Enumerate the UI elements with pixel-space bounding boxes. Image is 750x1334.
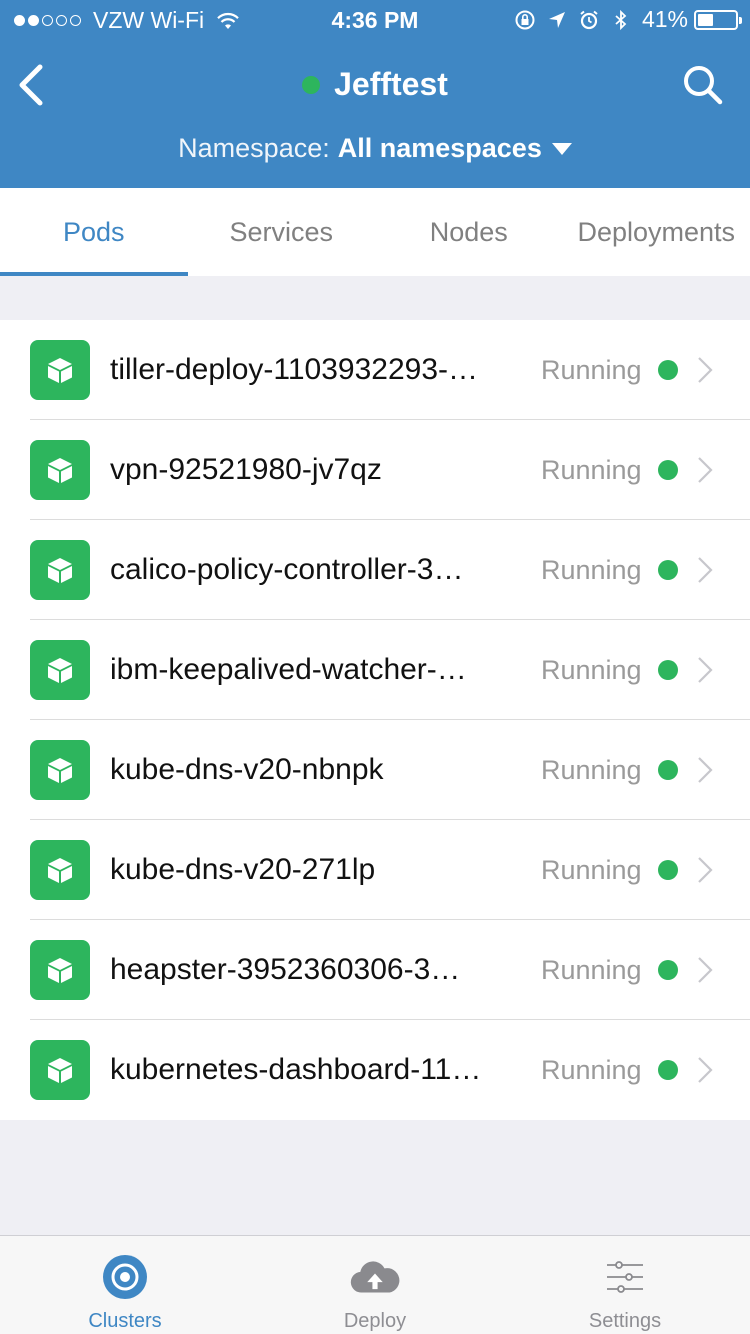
cube-icon: [30, 740, 90, 800]
active-tab-indicator: [0, 272, 188, 276]
pod-status: Running: [541, 755, 642, 785]
status-dot: [658, 960, 678, 980]
cluster-title: Jefftest: [0, 66, 750, 103]
tab-label: Nodes: [429, 216, 508, 247]
pod-status: Running: [541, 455, 642, 485]
alarm-icon: [580, 10, 598, 29]
status-dot: [658, 860, 678, 880]
chevron-right-icon: [698, 857, 713, 883]
tab-pods[interactable]: Pods: [0, 188, 188, 276]
pod-row[interactable]: vpn-92521980-jv7qz Running: [0, 420, 750, 520]
bluetooth-icon: [615, 9, 627, 30]
tab-label: Services: [229, 216, 334, 247]
pod-status: Running: [541, 355, 642, 385]
pod-name: tiller-deploy-1103932293-…: [110, 353, 478, 386]
rotation-lock-icon: [515, 10, 535, 29]
pod-name: ibm-keepalived-watcher-…: [110, 653, 467, 686]
pod-row[interactable]: tiller-deploy-1103932293-… Running: [0, 320, 750, 420]
tab-nodes[interactable]: Nodes: [375, 188, 563, 276]
bottom-tab-bar: Clusters Deploy Settings: [0, 1235, 750, 1334]
tab-deployments[interactable]: Deployments: [563, 188, 750, 276]
tabbar-label: Settings: [588, 1310, 662, 1332]
search-icon: [684, 66, 723, 105]
namespace-label: Namespace:: [178, 133, 330, 163]
chevron-right-icon: [698, 357, 713, 383]
status-dot: [658, 460, 678, 480]
namespace-selector[interactable]: Namespace: All namespaces: [0, 133, 750, 164]
pod-name: calico-policy-controller-3…: [110, 553, 464, 586]
tab-label: Deployments: [577, 216, 736, 247]
cube-icon: [30, 640, 90, 700]
search-button[interactable]: [682, 64, 724, 106]
pod-row[interactable]: kubernetes-dashboard-11… Running: [0, 1020, 750, 1120]
chevron-right-icon: [698, 957, 713, 983]
sliders-icon: [600, 1252, 650, 1302]
pod-status: Running: [541, 555, 642, 585]
cluster-status-dot: [302, 75, 321, 94]
chevron-right-icon: [698, 557, 713, 583]
resource-tabs: Pods Services Nodes Deployments: [0, 188, 750, 276]
pod-status: Running: [541, 1055, 642, 1085]
tabbar-clusters[interactable]: Clusters: [0, 1236, 250, 1334]
namespace-value: All namespaces: [337, 133, 542, 163]
cube-icon: [30, 540, 90, 600]
chevron-right-icon: [698, 457, 713, 483]
pod-status: Running: [541, 655, 642, 685]
pod-name: kube-dns-v20-nbnpk: [110, 753, 384, 786]
cube-icon: [30, 840, 90, 900]
pod-row[interactable]: ibm-keepalived-watcher-… Running: [0, 620, 750, 720]
status-dot: [658, 360, 678, 380]
pod-row[interactable]: kube-dns-v20-nbnpk Running: [0, 720, 750, 820]
pod-list: tiller-deploy-1103932293-… Running vpn-925…: [0, 320, 750, 1120]
status-dot: [658, 560, 678, 580]
pod-row[interactable]: calico-policy-controller-3… Running: [0, 520, 750, 620]
pod-name: vpn-92521980-jv7qz: [110, 453, 382, 486]
pod-status: Running: [541, 955, 642, 985]
chevron-right-icon: [698, 757, 713, 783]
pod-name: kube-dns-v20-271lp: [110, 853, 376, 886]
status-bar-right: 41%: [504, 6, 742, 33]
pod-row[interactable]: heapster-3952360306-3… Running: [0, 920, 750, 1020]
pod-row[interactable]: kube-dns-v20-271lp Running: [0, 820, 750, 920]
status-dot: [658, 1060, 678, 1080]
pod-name: kubernetes-dashboard-11…: [110, 1053, 482, 1086]
clusters-icon: [100, 1252, 150, 1302]
caret-down-icon: [551, 142, 572, 155]
tabbar-label: Clusters: [88, 1310, 162, 1332]
tabbar-settings[interactable]: Settings: [500, 1236, 750, 1334]
cube-icon: [30, 940, 90, 1000]
cube-icon: [30, 440, 90, 500]
tabbar-deploy[interactable]: Deploy: [250, 1236, 500, 1334]
location-arrow-icon: [548, 11, 565, 28]
pod-name: heapster-3952360306-3…: [110, 953, 461, 986]
battery-percent: 41%: [641, 6, 688, 32]
chevron-right-icon: [698, 657, 713, 683]
cube-icon: [30, 1040, 90, 1100]
cloud-upload-icon: [350, 1252, 400, 1302]
app-header: VZW Wi-Fi 4:36 PM 41% Jefftest Namespace…: [0, 0, 750, 188]
status-dot: [658, 760, 678, 780]
tabbar-label: Deploy: [343, 1310, 407, 1332]
battery-icon: [694, 9, 742, 30]
pod-status: Running: [541, 855, 642, 885]
tab-services[interactable]: Services: [188, 188, 376, 276]
page-title: Jefftest: [334, 66, 448, 102]
tab-label: Pods: [62, 216, 125, 247]
status-dot: [658, 660, 678, 680]
status-bar: VZW Wi-Fi 4:36 PM 41%: [0, 0, 750, 40]
chevron-right-icon: [698, 1057, 713, 1083]
cube-icon: [30, 340, 90, 400]
